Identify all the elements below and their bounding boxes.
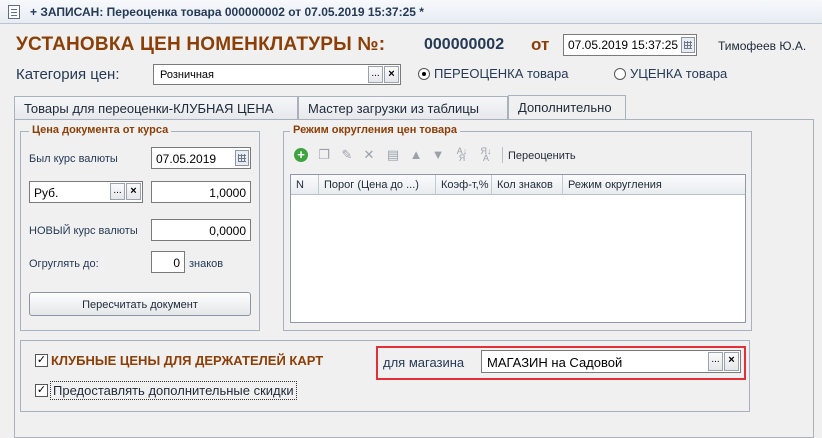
store-value: МАГАЗИН на Садовой	[487, 355, 623, 370]
price-category-field[interactable]: Розничная ... ×	[153, 64, 401, 85]
page-title: УСТАНОВКА ЦЕН НОМЕНКЛАТУРЫ №:	[16, 34, 386, 55]
delete-icon[interactable]: ✕	[362, 148, 376, 162]
user-name: Тимофеев Ю.А.	[718, 39, 807, 53]
extra-discounts-label: Предоставлять дополнительные скидки	[50, 381, 297, 400]
currency-field[interactable]: Руб. ... ×	[29, 181, 143, 203]
club-prices-checkbox[interactable]: ✓	[35, 354, 48, 367]
grid-header: N Порог (Цена до ...) Коэф-т,% Кол знако…	[291, 175, 745, 195]
document-date-value: 07.05.2019 15:37:25	[568, 38, 679, 52]
price-from-rate-title: Цена документа от курса	[29, 124, 172, 136]
revaluation-radio-label: ПЕРЕОЦЕНКА товара	[434, 66, 569, 81]
document-number: 000000002	[424, 36, 505, 53]
price-category-label: Категория цен:	[16, 66, 120, 83]
move-up-icon[interactable]: ▲	[409, 148, 423, 162]
store-select-button[interactable]: ...	[708, 352, 723, 371]
column-header-n[interactable]: N	[291, 175, 319, 195]
column-header-rounding-mode[interactable]: Режим округления	[563, 175, 745, 195]
category-clear-button[interactable]: ×	[384, 66, 399, 83]
was-rate-date-value: 07.05.2019	[156, 152, 217, 166]
calendar-icon[interactable]	[681, 37, 695, 53]
edit-icon[interactable]: ✎	[340, 148, 354, 162]
round-unit-label: знаков	[189, 258, 224, 270]
sort-asc-icon[interactable]: A↓ Я	[455, 147, 469, 163]
round-label: Огруглять до:	[29, 258, 99, 270]
currency-clear-button[interactable]: ×	[126, 183, 141, 200]
add-icon[interactable]: +	[294, 148, 308, 162]
round-digits-field[interactable]: 0	[151, 251, 185, 273]
category-select-button[interactable]: ...	[368, 66, 383, 83]
was-rate-date-field[interactable]: 07.05.2019	[151, 147, 251, 169]
column-header-coefficient[interactable]: Коэф-т,%	[436, 175, 492, 195]
calendar-icon[interactable]	[235, 150, 249, 166]
revalue-button[interactable]: Переоценить	[508, 150, 576, 162]
rounding-mode-title: Режим округления цен товара	[290, 124, 460, 136]
currency-select-button[interactable]: ...	[110, 183, 125, 200]
markdown-radio[interactable]	[614, 68, 626, 80]
column-header-threshold[interactable]: Порог (Цена до ...)	[319, 175, 436, 195]
window-title-bar: + ЗАПИСАН: Переоценка товара 000000002 о…	[0, 0, 822, 24]
document-date-field[interactable]: 07.05.2019 15:37:25	[563, 34, 697, 56]
revaluation-radio[interactable]	[418, 68, 430, 80]
store-clear-button[interactable]: ×	[724, 352, 739, 371]
extra-discounts-checkbox[interactable]: ✓	[35, 384, 48, 397]
tab-goods-club-price[interactable]: Товары для переоценки-КЛУБНАЯ ЦЕНА	[14, 96, 298, 119]
currency-value: Руб.	[34, 186, 59, 200]
column-header-digits[interactable]: Кол знаков	[492, 175, 563, 195]
markdown-radio-label: УЦЕНКА товара	[630, 66, 728, 81]
rounding-grid[interactable]: N Порог (Цена до ...) Коэф-т,% Кол знако…	[290, 174, 746, 323]
tab-load-wizard[interactable]: Мастер загрузки из таблицы	[298, 96, 508, 119]
was-rate-label: Был курс валюты	[29, 153, 118, 165]
recalculate-document-button[interactable]: Пересчитать документ	[29, 292, 251, 316]
sort-desc-icon[interactable]: Я↓ A	[479, 147, 493, 163]
club-prices-label: КЛУБНЫЕ ЦЕНЫ ДЛЯ ДЕРЖАТЕЛЕЙ КАРТ	[51, 353, 324, 368]
document-icon	[8, 5, 20, 19]
copy-icon[interactable]: ❐	[317, 148, 331, 162]
from-label: от	[531, 35, 550, 54]
new-rate-label: НОВЫЙ курс валюты	[29, 225, 138, 237]
tab-additional[interactable]: Дополнительно	[508, 95, 626, 119]
for-store-label: для магазина	[383, 355, 465, 370]
price-category-value: Розничная	[160, 69, 214, 81]
save-icon[interactable]: ▤	[386, 148, 400, 162]
toolbar-separator	[502, 147, 503, 163]
window-title: + ЗАПИСАН: Переоценка товара 000000002 о…	[30, 5, 424, 19]
new-rate-value-field[interactable]: 0,0000	[151, 219, 251, 241]
move-down-icon[interactable]: ▼	[431, 148, 445, 162]
rate-value-field[interactable]: 1,0000	[151, 181, 251, 203]
store-field[interactable]: МАГАЗИН на Садовой ... ×	[481, 350, 741, 373]
